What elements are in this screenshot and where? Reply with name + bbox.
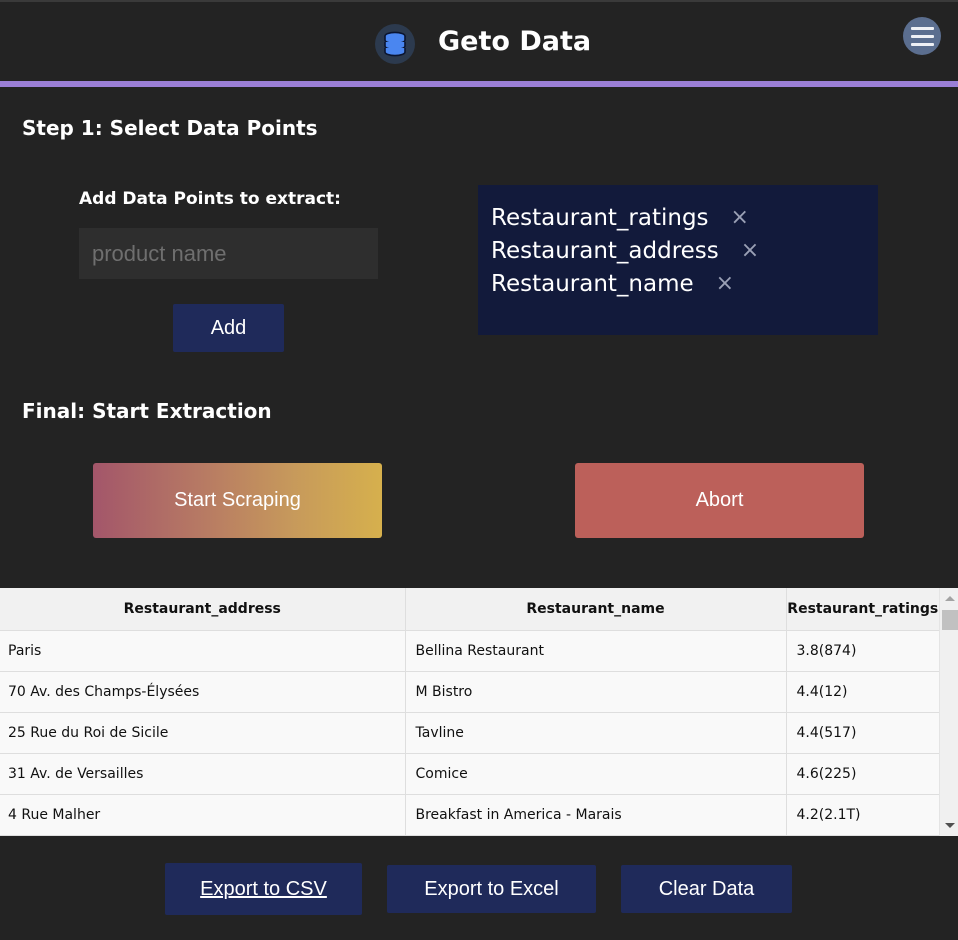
table-header-row: Restaurant_address Restaurant_name Resta… <box>0 588 939 631</box>
column-header-ratings[interactable]: Restaurant_ratings <box>786 588 939 631</box>
column-header-address[interactable]: Restaurant_address <box>0 588 406 631</box>
cell-name: Breakfast in America - Marais <box>405 794 787 836</box>
cell-address: 25 Rue du Roi de Sicile <box>0 712 406 754</box>
cell-ratings: 4.4(12) <box>786 671 939 713</box>
clear-data-button[interactable]: Clear Data <box>621 865 792 913</box>
cell-ratings <box>786 835 939 836</box>
hamburger-menu-icon[interactable] <box>903 17 941 55</box>
menu-line <box>910 34 934 38</box>
cell-name: M Bistro <box>405 671 787 713</box>
cell-name: Tavline <box>405 712 787 754</box>
cell-address: 4 Rue Malher <box>0 794 406 836</box>
table-row: 31 Av. de Versailles Comice 4.6(225) <box>0 753 939 795</box>
column-header-name[interactable]: Restaurant_name <box>405 588 787 631</box>
data-point-chip: Restaurant_address × <box>491 234 865 267</box>
results-table-container: Restaurant_address Restaurant_name Resta… <box>0 588 958 836</box>
scroll-down-arrow-icon[interactable] <box>945 823 955 828</box>
remove-icon[interactable]: × <box>741 239 759 262</box>
results-table: Restaurant_address Restaurant_name Resta… <box>0 588 939 836</box>
table-row: 70 Av. des Champs-Élysées M Bistro 4.4(1… <box>0 671 939 713</box>
menu-line <box>910 26 934 30</box>
cell-name: Comice <box>405 753 787 795</box>
cell-ratings: 4.2(2.1T) <box>786 794 939 836</box>
scrollbar-thumb[interactable] <box>942 610 958 630</box>
table-row: Paris Bellina Restaurant 3.8(874) <box>0 630 939 672</box>
data-point-input[interactable] <box>79 228 378 279</box>
cell-ratings: 3.8(874) <box>786 630 939 672</box>
table-row <box>0 835 939 836</box>
cell-name <box>405 835 787 836</box>
table-row: 25 Rue du Roi de Sicile Tavline 4.4(517) <box>0 712 939 754</box>
cell-address: 70 Av. des Champs-Élysées <box>0 671 406 713</box>
app-title: Geto Data <box>438 26 592 57</box>
app-header: Geto Data <box>0 2 958 81</box>
add-button[interactable]: Add <box>173 304 284 352</box>
scroll-up-arrow-icon[interactable] <box>945 596 955 601</box>
step1-heading: Step 1: Select Data Points <box>22 116 318 140</box>
start-scraping-button[interactable]: Start Scraping <box>93 463 382 538</box>
table-row: 4 Rue Malher Breakfast in America - Mara… <box>0 794 939 836</box>
data-point-chip: Restaurant_name × <box>491 267 865 300</box>
menu-line <box>910 42 934 46</box>
remove-icon[interactable]: × <box>716 272 734 295</box>
data-point-chip: Restaurant_ratings × <box>491 201 865 234</box>
table-scrollbar[interactable] <box>939 588 958 836</box>
remove-icon[interactable]: × <box>731 206 749 229</box>
database-icon <box>375 24 415 64</box>
data-point-label: Restaurant_name <box>491 270 694 297</box>
selected-data-points-list: Restaurant_ratings × Restaurant_address … <box>478 185 878 335</box>
export-csv-button[interactable]: Export to CSV <box>165 863 362 915</box>
add-data-points-label: Add Data Points to extract: <box>79 189 341 209</box>
data-point-label: Restaurant_ratings <box>491 204 709 231</box>
export-excel-button[interactable]: Export to Excel <box>387 865 596 913</box>
header-accent-bar <box>0 81 958 87</box>
abort-button[interactable]: Abort <box>575 463 864 538</box>
final-heading: Final: Start Extraction <box>22 399 272 423</box>
cell-address: Paris <box>0 630 406 672</box>
data-point-label: Restaurant_address <box>491 237 719 264</box>
cell-ratings: 4.6(225) <box>786 753 939 795</box>
cell-address: 31 Av. de Versailles <box>0 753 406 795</box>
cell-ratings: 4.4(517) <box>786 712 939 754</box>
cell-address <box>0 835 406 836</box>
cell-name: Bellina Restaurant <box>405 630 787 672</box>
